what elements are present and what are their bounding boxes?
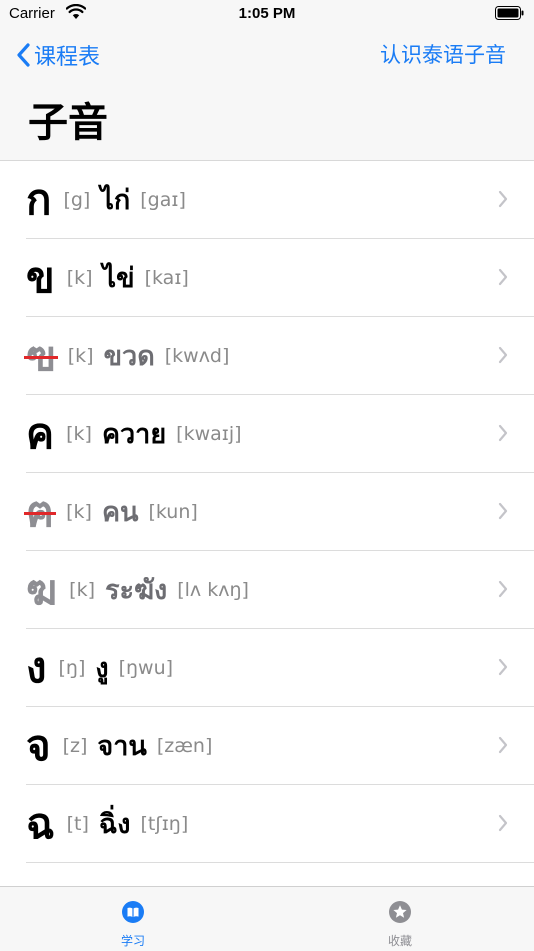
example-word-ipa: [ŋwu] — [118, 656, 174, 679]
consonant-glyph: จ — [26, 720, 51, 770]
consonant-letter: ฆ — [26, 568, 57, 611]
navigation-bar: 课程表 认识泰语子音 子音 — [0, 28, 534, 161]
chevron-right-icon — [498, 580, 508, 598]
consonant-row[interactable]: ฃ [k] ขวด [kwʌd] — [24, 317, 534, 395]
example-word-ipa: [kun] — [148, 500, 198, 523]
consonant-row[interactable]: ก [g] ไก่ [gaɪ] — [26, 161, 534, 239]
example-word: ขวด — [103, 341, 155, 372]
chevron-right-icon — [498, 268, 508, 286]
consonant-letter: ก — [26, 178, 51, 221]
example-word-ipa: [lʌ kʌŋ] — [177, 578, 249, 601]
consonant-row[interactable]: ค [k] ควาย [kwaɪj] — [26, 395, 534, 473]
consonant-glyph: ฉ — [26, 798, 55, 848]
consonant-glyph: ง — [26, 642, 47, 692]
consonant-ipa: [k] — [67, 344, 94, 367]
consonant-row[interactable]: ข [k] ไข่ [kaɪ] — [26, 239, 534, 317]
consonant-ipa: [k] — [69, 578, 95, 601]
chevron-right-icon — [498, 190, 508, 208]
consonant-ipa: [z] — [62, 734, 88, 757]
consonant-ipa: [k] — [66, 422, 92, 445]
consonant-letter: ข — [26, 256, 55, 299]
consonant-row[interactable]: ฉ [t] ฉิ่ง [tʃɪŋ] — [26, 785, 534, 863]
example-word: จาน — [97, 731, 147, 762]
status-time: 1:05 PM — [238, 5, 296, 22]
consonant-list: ก [g] ไก่ [gaɪ] ข [k] ไข่ [kaɪ] ฃ [k] ขวด [kwʌd] ค [k… — [0, 161, 534, 863]
tab-study-label: 学习 — [120, 934, 145, 948]
chevron-right-icon — [498, 502, 508, 520]
consonant-ipa: [k] — [66, 266, 93, 289]
consonant-ipa: [k] — [66, 500, 92, 523]
battery-icon — [495, 6, 524, 20]
consonant-glyph: ฆ — [26, 564, 58, 614]
obsolete-strike-mark — [24, 355, 58, 359]
consonant-glyph: ข — [26, 252, 55, 302]
example-word: ระฆัง — [105, 575, 168, 606]
status-bar: Carrier 1:05 PM — [0, 0, 534, 28]
tab-favorites-label: 收藏 — [387, 934, 412, 948]
consonant-row[interactable]: ฅ [k] คน [kun] — [24, 473, 534, 551]
example-word: ไก่ — [100, 185, 131, 216]
consonant-letter: ค — [26, 412, 54, 455]
example-word-ipa: [kwʌd] — [164, 344, 230, 367]
tab-bar: 学习 收藏 — [0, 886, 534, 951]
chevron-right-icon — [498, 814, 508, 832]
example-word-ipa: [kwaɪj] — [176, 422, 242, 445]
consonant-row[interactable]: ง [ŋ] งู [ŋwu] — [26, 629, 534, 707]
consonant-letter: จ — [26, 724, 51, 767]
consonant-ipa: [t] — [66, 812, 89, 835]
consonant-letter: ฉ — [26, 802, 55, 845]
consonant-row[interactable]: จ [z] จาน [zæn] — [26, 707, 534, 785]
example-word-ipa: [kaɪ] — [144, 266, 189, 289]
consonant-letter: ฃ — [24, 334, 58, 377]
chevron-right-icon — [498, 346, 508, 364]
example-word: ฉิ่ง — [98, 809, 131, 840]
chevron-right-icon — [498, 736, 508, 754]
example-word: คน — [101, 497, 139, 528]
book-icon — [122, 901, 144, 923]
example-word-ipa: [tʃɪŋ] — [140, 812, 189, 835]
consonant-ipa: [g] — [63, 188, 91, 211]
page-title: 子音 — [28, 100, 108, 146]
consonant-letter: ง — [26, 646, 47, 689]
chevron-right-icon — [498, 424, 508, 442]
example-word: งู — [95, 653, 109, 684]
consonant-glyph: ก — [26, 174, 52, 224]
chevron-right-icon — [498, 658, 508, 676]
consonant-glyph: ค — [26, 408, 55, 458]
star-icon — [389, 901, 411, 923]
obsolete-strike-mark — [24, 511, 57, 515]
learn-consonants-button[interactable]: 认识泰语子音 — [380, 40, 506, 70]
consonant-letter: ฅ — [24, 490, 57, 533]
back-button[interactable]: 课程表 — [16, 40, 100, 70]
tab-favorites[interactable]: 收藏 — [360, 887, 440, 951]
chevron-left-icon — [17, 43, 30, 67]
consonant-ipa: [ŋ] — [58, 656, 86, 679]
example-word: ควาย — [101, 419, 167, 450]
back-button-label: 课程表 — [34, 45, 101, 70]
example-word-ipa: [gaɪ] — [140, 188, 186, 211]
consonant-row[interactable]: ฆ [k] ระฆัง [lʌ kʌŋ] — [26, 551, 534, 629]
example-word: ไข่ — [102, 263, 135, 294]
tab-study[interactable]: 学习 — [93, 887, 173, 951]
example-word-ipa: [zæn] — [156, 734, 213, 757]
